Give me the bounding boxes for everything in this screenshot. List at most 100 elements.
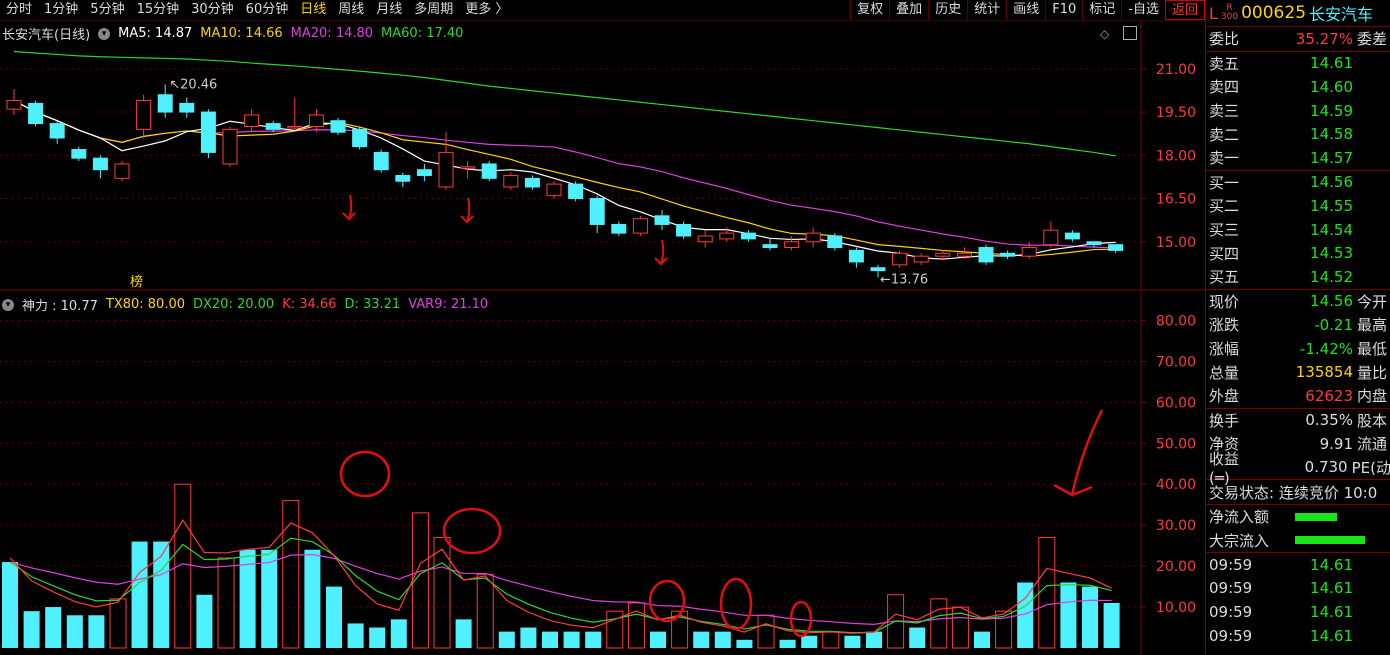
high-label: ↖20.46 xyxy=(169,77,217,92)
quote-header: L R 300 000625 长安汽车 xyxy=(1206,0,1390,27)
stat-row-4-value: 62623 xyxy=(1305,386,1353,405)
stat-row-3-extra: 量比 xyxy=(1357,363,1388,382)
candle-body xyxy=(589,198,605,225)
indicator-bar xyxy=(369,627,386,648)
ma5-value: MA5: 14.87 xyxy=(118,26,193,41)
y-tick-label: 50.00 xyxy=(1156,436,1196,452)
ask-row-0-label: 卖五 xyxy=(1209,54,1240,73)
tick-price: 14.61 xyxy=(1310,603,1353,622)
tick-time: 09:59 xyxy=(1209,603,1253,622)
indicator-bar xyxy=(476,573,494,649)
tick-row-3: 09:59 14.61 xyxy=(1206,624,1390,648)
candle-body xyxy=(870,267,886,272)
red-circle-mark xyxy=(719,577,753,631)
stat-row-2-value: -1.42% xyxy=(1299,339,1353,358)
candle-body xyxy=(978,247,994,263)
stat2-row-1-extra: 流通 xyxy=(1357,435,1388,454)
tick-time: 09:59 xyxy=(1209,555,1253,574)
candle-body xyxy=(654,215,670,225)
candle-body xyxy=(460,166,476,169)
indicator-bar xyxy=(520,627,537,648)
candle-body xyxy=(1064,232,1080,240)
candle-body xyxy=(892,252,908,266)
candle-body xyxy=(136,100,152,130)
tick-row-2: 09:59 14.61 xyxy=(1206,600,1390,624)
indicator-bar xyxy=(650,631,666,648)
stat-row-4: 外盘 62623 内盘 xyxy=(1206,384,1390,408)
stat2-row-2-value: 0.730 xyxy=(1304,458,1348,477)
candle-body xyxy=(784,241,800,249)
bid-row-0-value: 14.56 xyxy=(1310,173,1353,192)
ma60-line xyxy=(13,50,1116,157)
candle-body xyxy=(157,94,173,113)
tick-price: 14.61 xyxy=(1310,555,1353,574)
indicator-bar xyxy=(304,549,321,648)
candle-body xyxy=(524,177,540,188)
indicator-bar xyxy=(23,611,40,648)
indicator-bar xyxy=(326,586,342,648)
flow-block: 净流入额 大宗流入 xyxy=(1206,505,1390,554)
stat2-row-2-extra: PE(动 xyxy=(1351,458,1390,477)
ma10-value: MA10: 14.66 xyxy=(200,26,283,41)
ask-book: 卖五 14.61 卖四 14.60 卖三 14.59 卖二 14.58 卖一 14.57 xyxy=(1206,52,1390,171)
flow-bar-1 xyxy=(1295,536,1365,545)
var9-value: VAR9: 21.10 xyxy=(408,297,489,312)
margin-badge: R 300 xyxy=(1220,3,1239,22)
flow-row-0-label: 净流入额 xyxy=(1209,508,1270,527)
y-tick-label: 30.00 xyxy=(1156,518,1196,534)
tx80-value: TX80: 80.00 xyxy=(105,297,185,312)
bid-row-4: 买五 14.52 xyxy=(1206,265,1390,289)
flow-row-0: 净流入额 xyxy=(1206,505,1390,529)
indicator-bar xyxy=(45,607,62,648)
bid-book: 买一 14.56 买二 14.55 买三 14.54 买四 14.53 买五 14.52 xyxy=(1206,171,1390,290)
diamond-icon[interactable]: ◇ xyxy=(1100,27,1109,41)
quote-panel: L R 300 000625 长安汽车 委比 35.27% 委差 卖五 14.61 卖… xyxy=(1205,0,1390,655)
candlestick-chart: ↖20.46 ←13.76 榜 xyxy=(6,50,1124,290)
bid-row-1-value: 14.55 xyxy=(1310,196,1353,215)
candle-body xyxy=(1021,247,1037,257)
stat-row-2-extra: 最低 xyxy=(1357,340,1388,359)
window-icon[interactable] xyxy=(1123,26,1137,40)
indicator-bar xyxy=(1082,586,1098,648)
indicator-bar xyxy=(585,631,602,648)
ask-row-3: 卖二 14.58 xyxy=(1206,122,1390,146)
candle-body xyxy=(6,100,22,110)
candle-body xyxy=(352,128,368,148)
indicator-bar xyxy=(498,631,515,648)
bid-row-3-value: 14.53 xyxy=(1310,244,1353,263)
indicator-bar xyxy=(217,557,235,649)
candle-body xyxy=(827,235,843,249)
shenli-value: 神力 : 10.77 xyxy=(22,299,98,314)
y-tick-label: 40.00 xyxy=(1156,477,1196,493)
main-legend: 长安汽车(日线) ▾ MA5: 14.87 MA10: 14.66 MA20: … xyxy=(2,24,463,43)
ask-row-4-label: 卖一 xyxy=(1209,149,1240,168)
chevron-down-icon[interactable]: ▾ xyxy=(98,27,111,40)
ask-row-3-value: 14.58 xyxy=(1310,125,1353,144)
stat-row-2: 涨幅 -1.42% 最低 xyxy=(1206,337,1390,361)
indicator-bar xyxy=(88,615,105,648)
indicator-bar xyxy=(455,619,472,648)
dx20-value: DX20: 20.00 xyxy=(193,297,275,312)
stat-row-3: 总量 135854 量比 xyxy=(1206,360,1390,384)
y-tick-label: 21.00 xyxy=(1156,62,1196,78)
flow-row-1-label: 大宗流入 xyxy=(1209,531,1270,550)
tick-time: 09:59 xyxy=(1209,626,1253,645)
red-arrow-mark xyxy=(654,239,668,266)
ask-row-0: 卖五 14.61 xyxy=(1206,52,1390,76)
level-icon: L xyxy=(1209,3,1218,23)
trade-status: 交易状态: 连续竞价 10:0 xyxy=(1209,483,1378,502)
ask-row-0-value: 14.61 xyxy=(1310,54,1353,73)
candle-body xyxy=(1086,241,1102,246)
stat2-row-0: 换手 0.35% 股本 xyxy=(1206,409,1390,433)
chevron-down-icon[interactable]: ▾ xyxy=(2,298,14,311)
candle-body xyxy=(805,232,821,243)
tick-list: 09:59 14.61 09:59 14.61 09:59 14.61 09:59 14.61 xyxy=(1206,553,1390,647)
candle-body xyxy=(200,111,216,153)
y-tick-label: 19.50 xyxy=(1156,105,1196,121)
stat2-row-0-extra: 股本 xyxy=(1357,411,1388,430)
tick-price: 14.61 xyxy=(1310,579,1353,598)
tick-price: 14.61 xyxy=(1310,626,1353,645)
k-value: K: 34.66 xyxy=(282,297,337,312)
y-tick-label: 70.00 xyxy=(1156,354,1196,370)
stat-row-2-label: 涨幅 xyxy=(1209,340,1240,359)
